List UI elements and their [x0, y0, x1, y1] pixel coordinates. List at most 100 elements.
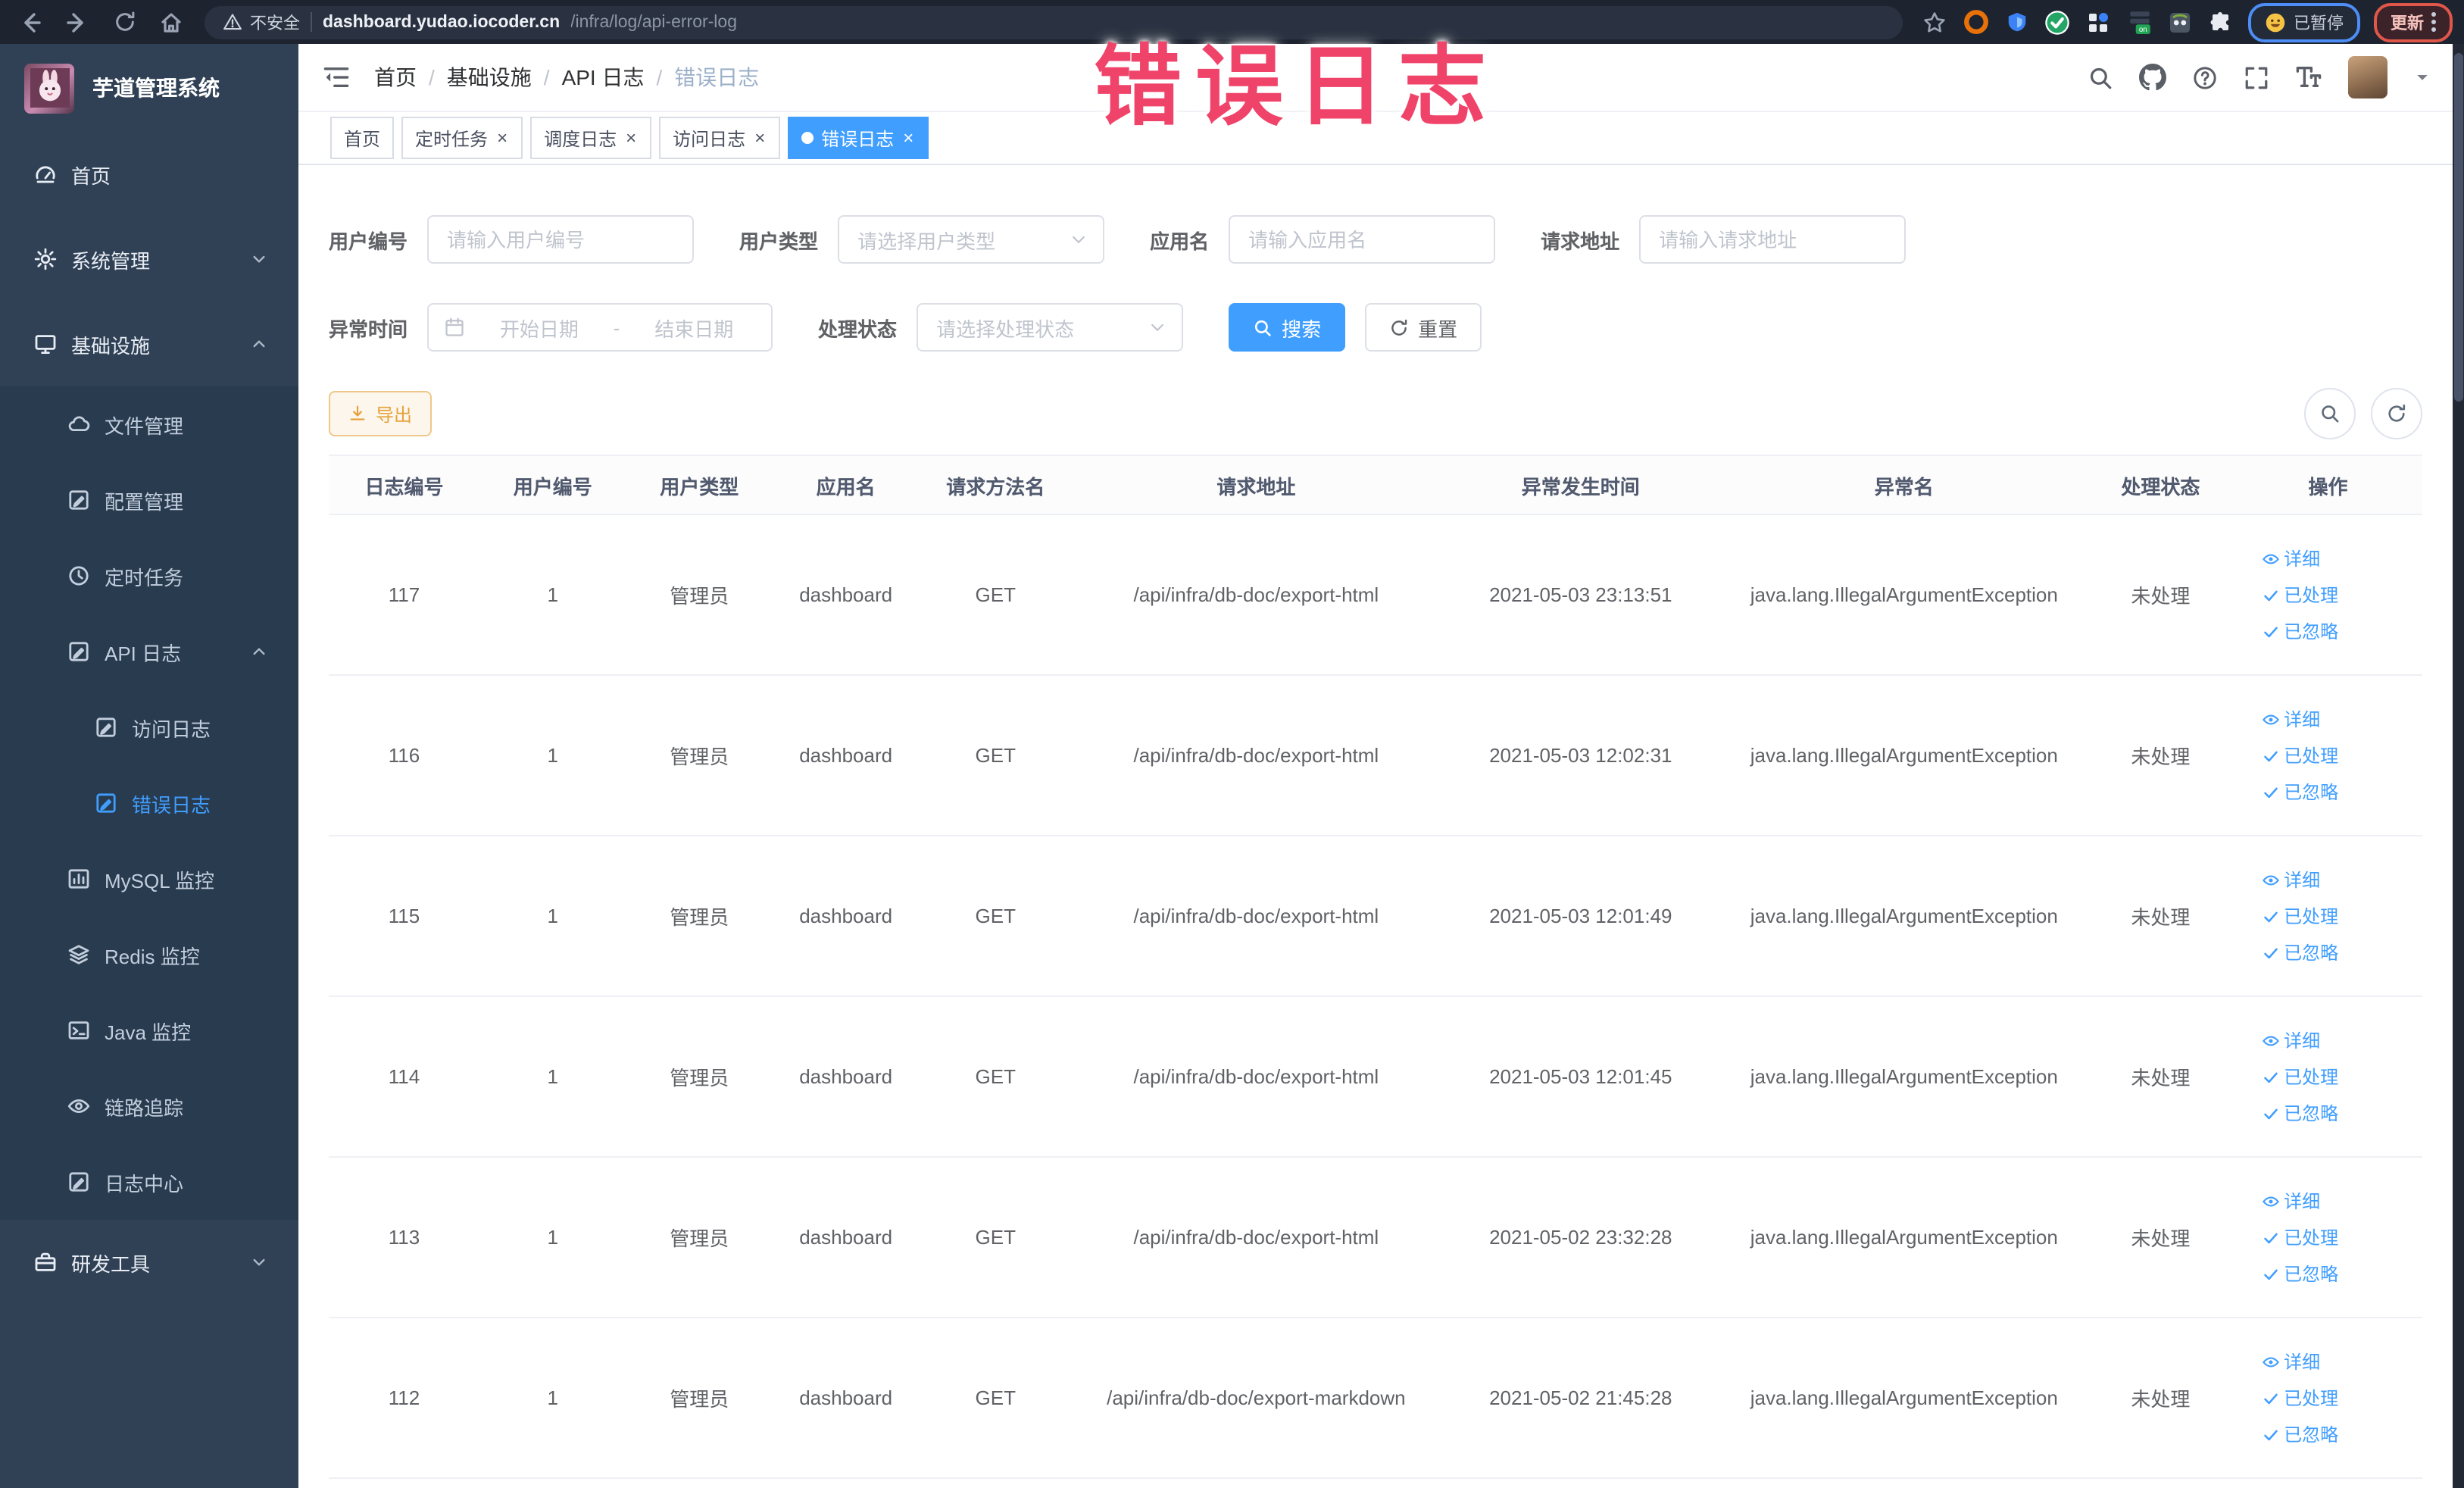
filter-label: 请求地址: [1541, 230, 1620, 252]
breadcrumb-item-home[interactable]: 首页: [374, 62, 417, 92]
chevron-down-icon[interactable]: [2413, 68, 2431, 86]
scrollbar-thumb[interactable]: [2454, 53, 2463, 402]
forward-icon[interactable]: [59, 4, 95, 40]
font-size-icon[interactable]: [2295, 64, 2322, 91]
processed-action[interactable]: 已处理: [2261, 1224, 2338, 1250]
filter-request-url: 请求地址: [1541, 215, 1907, 264]
export-button[interactable]: 导出: [329, 391, 433, 436]
ignored-action[interactable]: 已忽略: [2261, 618, 2338, 644]
sidebar-item-config[interactable]: 配置管理: [0, 462, 298, 538]
tag-view-定时任务[interactable]: 定时任务 ×: [401, 117, 523, 159]
reset-button[interactable]: 重置: [1365, 303, 1482, 352]
profile-paused-badge[interactable]: 已暂停: [2248, 2, 2360, 42]
range-separator: -: [613, 316, 620, 339]
close-icon[interactable]: ×: [624, 129, 638, 147]
user-avatar[interactable]: [2348, 56, 2387, 98]
filter-label: 应用名: [1150, 230, 1210, 252]
help-icon[interactable]: [2192, 64, 2218, 90]
refresh-table-button[interactable]: [2371, 388, 2422, 439]
home-icon[interactable]: [153, 4, 189, 40]
processed-action[interactable]: 已处理: [2261, 742, 2338, 768]
sidebar-item-java[interactable]: Java 监控: [0, 993, 298, 1068]
close-icon[interactable]: ×: [901, 129, 915, 147]
sidebar-item-api-log[interactable]: API 日志: [0, 614, 298, 689]
sidebar-item-log-center[interactable]: 日志中心: [0, 1144, 298, 1220]
detail-action[interactable]: 详细: [2261, 1349, 2320, 1374]
sidebar-item-file[interactable]: 文件管理: [0, 386, 298, 462]
extension-on-badge-icon[interactable]: on: [2125, 8, 2153, 36]
detail-action[interactable]: 详细: [2261, 867, 2320, 892]
fullscreen-icon[interactable]: [2244, 64, 2269, 90]
sidebar-item-redis[interactable]: Redis 监控: [0, 917, 298, 993]
ignored-action[interactable]: 已忽略: [2261, 1100, 2338, 1126]
extension-orange-icon[interactable]: [1962, 8, 1989, 36]
sidebar-item-label: 基础设施: [71, 334, 151, 357]
extension-puzzle-icon[interactable]: [2207, 8, 2234, 36]
detail-action[interactable]: 详细: [2261, 1188, 2320, 1214]
ignored-action[interactable]: 已忽略: [2261, 1421, 2338, 1447]
processed-action[interactable]: 已处理: [2261, 903, 2338, 929]
sidebar-item-dev-tools[interactable]: 研发工具: [0, 1220, 298, 1305]
table-toolbar: 导出: [329, 388, 2422, 439]
security-warning[interactable]: 不安全: [223, 10, 300, 34]
sidebar-item-error-log[interactable]: 错误日志: [0, 765, 298, 841]
tag-view-首页[interactable]: 首页: [330, 117, 395, 159]
sidebar-item-infra[interactable]: 基础设施: [0, 302, 298, 386]
ignored-action[interactable]: 已忽略: [2261, 1261, 2338, 1286]
search-button[interactable]: 搜索: [1229, 303, 1346, 352]
terminal-icon: [67, 1018, 91, 1043]
breadcrumb-item-infra[interactable]: 基础设施: [447, 62, 532, 92]
user-id-input[interactable]: [427, 215, 695, 264]
chevron-down-icon: [1148, 318, 1166, 336]
process-status-select[interactable]: 请选择处理状态: [917, 303, 1184, 352]
app-name-input[interactable]: [1229, 215, 1496, 264]
close-icon[interactable]: ×: [495, 129, 509, 147]
address-bar[interactable]: 不安全 dashboard.yudao.iocoder.cn/infra/log…: [205, 5, 1903, 39]
sidebar-collapse-icon[interactable]: [320, 61, 353, 94]
processed-action[interactable]: 已处理: [2261, 1385, 2338, 1411]
start-date-placeholder: 开始日期: [499, 317, 579, 340]
table-cell: 管理员: [626, 836, 773, 997]
extension-tampermonkey-icon[interactable]: [2166, 8, 2194, 36]
extension-green-check-icon[interactable]: [2044, 8, 2071, 36]
table-row: 115 1 管理员 dashboard GET/api/infra/db-doc/exp…: [329, 836, 2422, 997]
bookmark-star-icon[interactable]: [1921, 8, 1948, 36]
extension-grid-icon[interactable]: [2085, 8, 2112, 36]
tag-view-调度日志[interactable]: 调度日志 ×: [530, 117, 652, 159]
back-icon[interactable]: [12, 4, 48, 40]
row-actions: 详细 已处理 已忽略: [2240, 1349, 2416, 1447]
github-icon[interactable]: [2139, 64, 2166, 91]
reload-icon[interactable]: [106, 4, 142, 40]
sidebar-item-access-log[interactable]: 访问日志: [0, 689, 298, 765]
extension-shield-icon[interactable]: [2003, 8, 2030, 36]
tag-view-访问日志[interactable]: 访问日志 ×: [659, 117, 781, 159]
ignored-action[interactable]: 已忽略: [2261, 779, 2338, 805]
table-cell: java.lang.IllegalArgumentException: [1720, 1318, 2088, 1479]
toggle-search-button[interactable]: [2304, 388, 2356, 439]
breadcrumb-item-api-log[interactable]: API 日志: [562, 62, 645, 92]
sidebar-item-job[interactable]: 定时任务: [0, 538, 298, 614]
page-scrollbar[interactable]: [2453, 44, 2464, 1488]
sidebar-item-mysql[interactable]: MySQL 监控: [0, 841, 298, 917]
close-icon[interactable]: ×: [753, 129, 767, 147]
sidebar-item-trace[interactable]: 链路追踪: [0, 1068, 298, 1144]
sidebar-item-home[interactable]: 首页: [0, 132, 298, 217]
request-url-input[interactable]: [1639, 215, 1907, 264]
chart-icon: [67, 867, 91, 891]
search-icon[interactable]: [2088, 64, 2113, 90]
processed-action[interactable]: 已处理: [2261, 582, 2338, 608]
browser-menu-kebab-icon[interactable]: [2431, 12, 2436, 32]
detail-action[interactable]: 详细: [2261, 706, 2320, 732]
tag-view-错误日志[interactable]: 错误日志 ×: [788, 117, 929, 159]
clock-icon: [67, 564, 91, 588]
exception-time-range-picker[interactable]: 开始日期 - 结束日期: [427, 303, 773, 352]
ignored-action[interactable]: 已忽略: [2261, 939, 2338, 965]
processed-action[interactable]: 已处理: [2261, 1064, 2338, 1089]
browser-update-button[interactable]: 更新: [2374, 2, 2453, 42]
detail-action[interactable]: 详细: [2261, 1027, 2320, 1053]
url-path: /infra/log/api-error-log: [570, 13, 737, 31]
sidebar-logo[interactable]: 芋道管理系统: [0, 44, 298, 132]
detail-action[interactable]: 详细: [2261, 545, 2320, 571]
user-type-select[interactable]: 请选择用户类型: [838, 215, 1105, 264]
sidebar-item-system[interactable]: 系统管理: [0, 217, 298, 302]
